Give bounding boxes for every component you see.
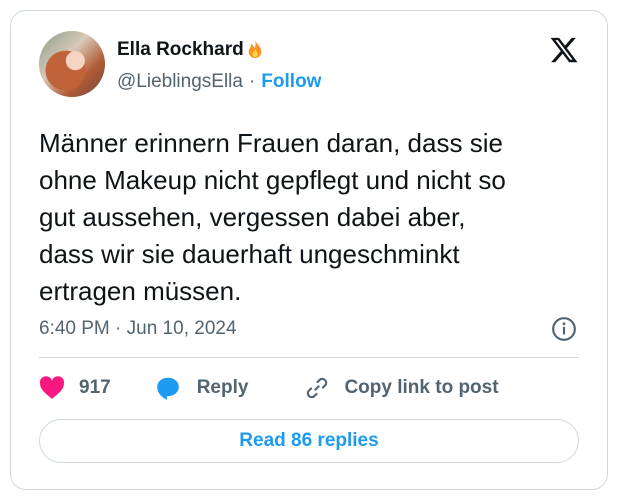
author-name[interactable]: Ella Rockhard <box>117 39 244 61</box>
tweet-text: Männer erinnern Frauen daran, dass sie o… <box>39 128 506 306</box>
author-handle[interactable]: @LieblingsElla <box>117 71 243 93</box>
divider <box>39 357 579 358</box>
author-name-row: Ella Rockhard <box>117 39 264 61</box>
heart-icon <box>39 376 65 399</box>
follow-button[interactable]: Follow <box>261 71 321 93</box>
x-logo-icon[interactable] <box>549 35 579 65</box>
read-replies-button[interactable]: Read 86 replies <box>39 419 579 463</box>
author-handle-row: @LieblingsElla · Follow <box>117 71 321 93</box>
copy-link-button[interactable]: Copy link to post <box>304 375 499 401</box>
copy-link-label: Copy link to post <box>344 377 499 398</box>
avatar[interactable] <box>39 31 105 97</box>
like-button[interactable]: 917 <box>39 376 111 400</box>
separator-dot: · <box>248 71 256 92</box>
reply-label: Reply <box>196 377 249 398</box>
like-count: 917 <box>79 377 111 398</box>
action-bar: 917 Reply Copy link to post <box>39 375 499 401</box>
link-icon <box>307 377 328 399</box>
tweet-timestamp[interactable]: 6:40 PM · Jun 10, 2024 <box>39 318 237 340</box>
reply-bubble-icon <box>156 377 179 400</box>
fire-icon <box>248 40 262 59</box>
tweet-card: Ella Rockhard @LieblingsElla · Follow Mä… <box>10 10 608 490</box>
info-icon[interactable] <box>551 316 577 342</box>
reply-button[interactable]: Reply <box>155 375 249 401</box>
